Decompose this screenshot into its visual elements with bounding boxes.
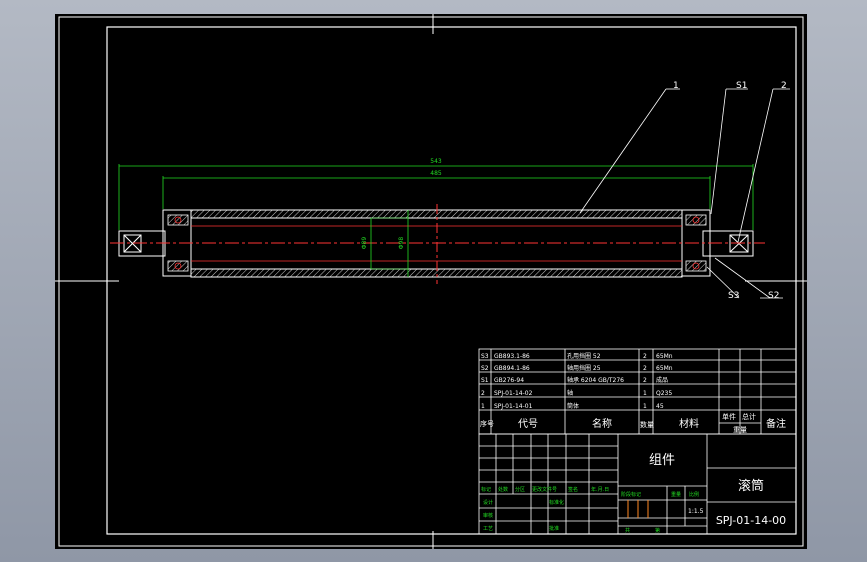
svg-text:第: 第 [655,527,660,534]
signoff-labels: 设计 审核 工艺 标准化 批准 [483,499,564,532]
svg-text:更改文件号: 更改文件号 [532,486,557,493]
svg-text:分区: 分区 [515,486,525,493]
bom-row-name: 筒体 [567,402,579,410]
bom-row-name: 孔用挡圈 52 [567,352,601,360]
svg-text:重量: 重量 [671,491,681,498]
title-block-orange-marks [627,500,649,518]
bom-row-qty: 2 [643,353,647,360]
bom-header-remark: 备注 [766,417,786,430]
bom-header-code: 代号 [518,418,538,430]
bom-row-code: GB276-94 [494,377,524,384]
dim-inner-dia: Φ89 [361,237,368,250]
bom-row-material: 45 [656,403,664,410]
revision-headers: 标记 处数 分区 更改文件号 签名 年.月.日 [481,486,609,493]
assembly-label: 组件 [649,453,675,468]
bom-row-code: GB894.1-86 [494,365,530,372]
svg-text:标记: 标记 [481,486,491,493]
bom-row-qty: 1 [643,390,647,397]
scale-value: 1:1.5 [688,508,704,515]
svg-text:共: 共 [625,527,630,534]
svg-text:比例: 比例 [689,491,699,498]
svg-text:阶段标记: 阶段标记 [621,491,641,498]
bom-row-code: SPJ-01-14-02 [494,390,533,397]
bom-row-qty: 2 [643,365,647,372]
svg-text:批准: 批准 [549,525,559,532]
bom-row-material: 成品 [656,376,668,384]
bom-row-code: SPJ-01-14-01 [494,403,533,410]
bom-header-name: 名称 [592,417,612,430]
bom-row-no: S2 [481,365,489,372]
outer-sheet-border [58,16,804,547]
bom-header-total-weight: 总计 [742,412,756,421]
balloon-s2[interactable]: S2 [768,291,779,301]
drawing-canvas[interactable]: 543 485 Φ89 Φ98 1 S1 2 S3 S2 S3 GB893.1-… [55,14,807,549]
inner-drawing-frame [106,26,797,535]
drawing-svg: 543 485 Φ89 Φ98 1 S1 2 S3 S2 S3 GB893.1-… [55,14,807,549]
bom-header-weight: 重量 [733,426,747,434]
bom-row-material: Q235 [656,390,672,397]
svg-text:工艺: 工艺 [483,526,493,532]
bom-row-no: 1 [481,403,485,410]
balloon-s1[interactable]: S1 [736,81,747,91]
bom-row-name: 轴用挡圈 25 [567,364,601,372]
dimension-lines [118,164,754,277]
dim-overall-length: 543 [430,158,442,165]
dim-outer-dia: Φ98 [398,237,405,250]
bom-row-material: 65Mn [656,353,673,360]
drawing-number: SPJ-01-14-00 [716,514,786,527]
part-name: 滚筒 [738,478,764,494]
bom-row-name: 轴承 6204 GB/T276 [567,376,624,384]
bom-header-qty: 数量 [640,420,654,429]
bom-row-no: S1 [481,377,489,384]
bom-row-material: 65Mn [656,365,673,372]
bom-row-no: S3 [481,353,489,360]
svg-text:审核: 审核 [483,512,493,519]
bom-row-qty: 1 [643,403,647,410]
roller-assembly-view [110,204,765,284]
svg-text:设计: 设计 [483,499,493,506]
bom-header-unit-weight: 单件 [722,412,736,421]
cad-viewport[interactable]: 543 485 Φ89 Φ98 1 S1 2 S3 S2 S3 GB893.1-… [0,0,867,562]
bom-row-qty: 2 [643,377,647,384]
balloon-part-2[interactable]: 2 [781,81,787,91]
bom-row-name: 轴 [567,389,573,397]
svg-text:标准化: 标准化 [549,499,564,506]
bom-header-material: 材料 [679,417,699,430]
svg-text:处数: 处数 [498,486,508,493]
bom-header-no: 序号 [480,419,494,428]
balloon-part-1[interactable]: 1 [673,81,679,91]
bom-rows: S3 GB893.1-86 孔用挡圈 52 2 65Mn S2 GB894.1-… [481,352,673,410]
bom-row-code: GB893.1-86 [494,353,530,360]
leader-lines [579,88,790,299]
bom-row-no: 2 [481,390,485,397]
balloon-s3[interactable]: S3 [728,291,739,301]
svg-text:年.月.日: 年.月.日 [591,486,609,493]
dim-tube-length: 485 [430,170,442,177]
svg-text:签名: 签名 [568,486,578,493]
